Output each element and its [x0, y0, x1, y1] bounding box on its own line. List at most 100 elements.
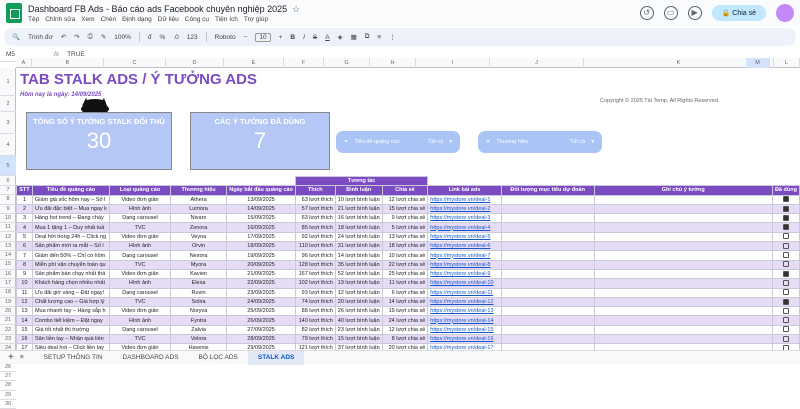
menu-item[interactable]: Chèn: [101, 16, 117, 23]
sheet-tab[interactable]: STALK ADS: [247, 350, 305, 365]
column-header[interactable]: D: [166, 58, 224, 68]
comment-icon[interactable]: ▭: [663, 6, 678, 20]
row-header[interactable]: 23: [0, 335, 16, 345]
row-header[interactable]: 14: [0, 251, 16, 261]
row-header[interactable]: 5: [0, 156, 16, 176]
star-icon[interactable]: ☆: [292, 4, 300, 15]
ad-link[interactable]: https://mystore.vn/deal-2: [427, 203, 502, 215]
font-size-input[interactable]: 10: [255, 32, 271, 42]
menu-item[interactable]: Tệp: [28, 16, 39, 23]
row-header[interactable]: 29: [0, 391, 16, 400]
used-checkbox[interactable]: [782, 298, 789, 305]
filter-value[interactable]: Tất cả: [428, 139, 443, 145]
ad-link[interactable]: https://mystore.vn/deal-10: [427, 278, 502, 289]
avatar[interactable]: [776, 4, 794, 22]
used-checkbox[interactable]: [782, 307, 789, 314]
name-box[interactable]: M5: [6, 51, 46, 58]
sheet-tab[interactable]: SETUP THÔNG TIN: [34, 351, 113, 365]
column-header[interactable]: J: [490, 58, 584, 68]
used-checkbox[interactable]: [782, 242, 789, 249]
ad-link[interactable]: https://mystore.vn/deal-16: [427, 334, 502, 345]
menu-item[interactable]: Công cụ: [185, 16, 209, 23]
used-checkbox[interactable]: [782, 196, 789, 203]
used-checkbox[interactable]: [782, 252, 789, 259]
table-cell[interactable]: [500, 194, 595, 205]
menu-item[interactable]: Định dạng: [122, 16, 152, 23]
table-cell[interactable]: [593, 268, 773, 280]
column-header[interactable]: L: [774, 58, 800, 68]
print-icon[interactable]: ⎙: [88, 33, 93, 41]
row-header[interactable]: 28: [0, 381, 16, 391]
borders-icon[interactable]: ▦: [351, 33, 357, 41]
menu-item[interactable]: Trợ giúp: [244, 16, 268, 23]
row-header[interactable]: 11: [0, 223, 16, 233]
sheet-tab[interactable]: BỘ LỌC ADS: [189, 351, 248, 365]
row-header[interactable]: 20: [0, 307, 16, 317]
fill-color-icon[interactable]: ◈: [338, 33, 343, 41]
currency-format-button[interactable]: đ: [148, 34, 152, 41]
add-sheet-icon[interactable]: +: [8, 352, 14, 363]
table-cell[interactable]: [593, 241, 773, 252]
row-header[interactable]: 8: [0, 195, 16, 205]
row-header[interactable]: 22: [0, 326, 16, 335]
ad-type-dropdown[interactable]: Video đơn giản: [109, 231, 171, 243]
row-header[interactable]: 2: [0, 96, 16, 112]
sheets-logo-icon[interactable]: [6, 3, 22, 23]
table-cell[interactable]: [500, 296, 595, 308]
video-call-icon[interactable]: ▶: [687, 6, 702, 20]
align-icon[interactable]: ≡: [377, 34, 381, 41]
row-header[interactable]: 12: [0, 233, 16, 242]
ad-link[interactable]: https://mystore.vn/deal-11: [427, 287, 502, 298]
search-menu-label[interactable]: Trình đơ: [28, 34, 53, 41]
ad-type-dropdown[interactable]: TVC: [109, 334, 171, 345]
ad-link[interactable]: https://mystore.vn/deal-12: [427, 296, 502, 308]
used-checkbox[interactable]: [782, 270, 789, 277]
table-cell[interactable]: [500, 213, 595, 224]
font-size-increase-button[interactable]: +: [279, 34, 283, 41]
row-header[interactable]: 16: [0, 270, 16, 279]
row-header[interactable]: 15: [0, 260, 16, 270]
menu-item[interactable]: Chỉnh sửa: [45, 16, 75, 23]
row-header[interactable]: 10: [0, 214, 16, 224]
ad-type-dropdown[interactable]: TVC: [109, 259, 171, 270]
ad-type-dropdown[interactable]: Video đơn giản: [109, 268, 171, 280]
share-button[interactable]: 🔒 Chia sẻ: [711, 5, 766, 21]
used-checkbox[interactable]: [782, 214, 789, 221]
table-cell[interactable]: [500, 278, 595, 289]
table-cell[interactable]: [593, 231, 773, 243]
menu-item[interactable]: Tiện ích: [215, 16, 238, 23]
table-cell[interactable]: [593, 250, 773, 261]
table-cell[interactable]: [500, 203, 595, 215]
history-icon[interactable]: ↺: [639, 6, 654, 20]
ad-type-dropdown[interactable]: Dạng carousel: [109, 287, 171, 298]
table-cell[interactable]: [593, 287, 773, 298]
used-checkbox[interactable]: [782, 289, 789, 296]
filter-brand[interactable]: ⏷ Thương hiệu Tất cả ▾: [478, 131, 602, 153]
merge-cells-icon[interactable]: ⧉: [365, 33, 370, 41]
table-cell[interactable]: [500, 250, 595, 261]
ad-type-dropdown[interactable]: Video đơn giản: [109, 306, 171, 317]
ad-link[interactable]: https://mystore.vn/deal-9: [427, 268, 502, 280]
used-checkbox[interactable]: [782, 205, 789, 212]
ad-type-dropdown[interactable]: Video đơn giản: [109, 194, 171, 205]
table-cell[interactable]: [500, 259, 595, 270]
filter-value[interactable]: Tất cả: [570, 139, 585, 145]
table-cell[interactable]: [500, 306, 595, 317]
italic-button[interactable]: I: [303, 34, 305, 41]
ad-type-dropdown[interactable]: Dạng carousel: [109, 324, 171, 336]
table-cell[interactable]: [593, 194, 773, 205]
row-header[interactable]: 9: [0, 205, 16, 214]
ad-type-dropdown[interactable]: Hình ảnh: [109, 315, 171, 326]
table-cell[interactable]: [500, 324, 595, 336]
row-header[interactable]: 4: [0, 134, 16, 156]
ad-link[interactable]: https://mystore.vn/deal-7: [427, 250, 502, 261]
column-header[interactable]: A: [16, 58, 32, 68]
undo-icon[interactable]: ↶: [61, 33, 66, 41]
table-cell[interactable]: [500, 334, 595, 345]
ad-type-dropdown[interactable]: Hình ảnh: [109, 241, 171, 252]
all-sheets-icon[interactable]: ≡: [20, 354, 24, 361]
menu-item[interactable]: Dữ liệu: [158, 16, 179, 23]
menu-item[interactable]: Xem: [81, 16, 94, 23]
ad-type-dropdown[interactable]: TVC: [109, 296, 171, 308]
zoom-select[interactable]: 100%: [114, 34, 131, 41]
